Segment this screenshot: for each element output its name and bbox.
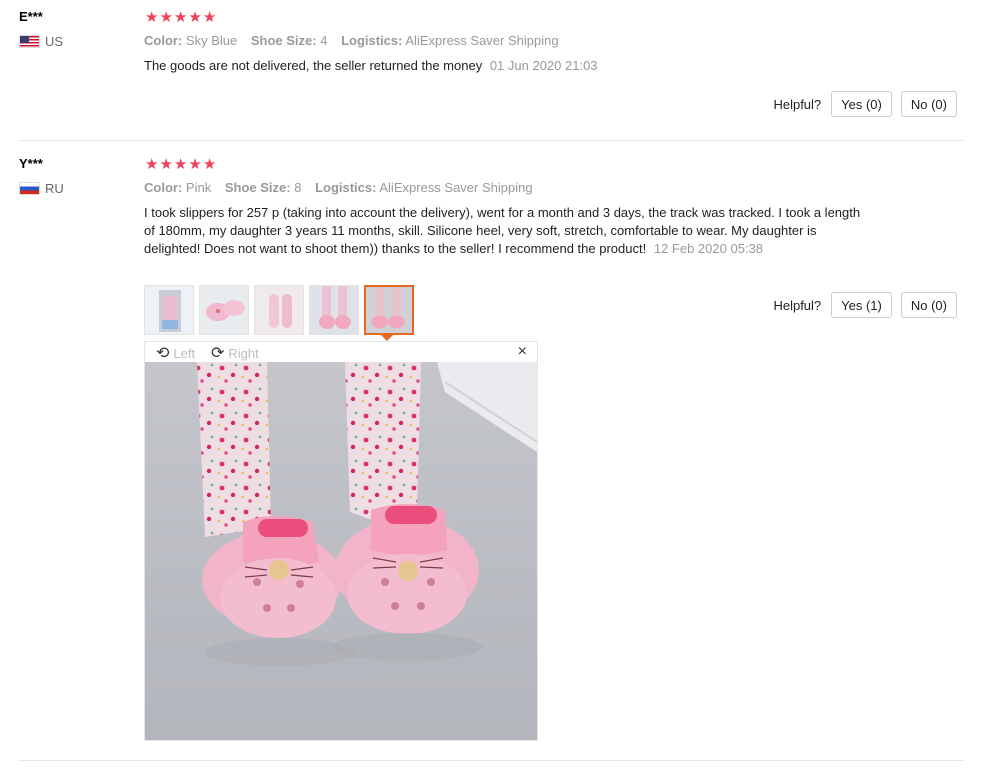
star-icon: ★ bbox=[188, 156, 202, 173]
logistics-label: Logistics: bbox=[341, 33, 403, 48]
star-icon: ★ bbox=[159, 156, 173, 173]
helpful-no-button[interactable]: No (0) bbox=[900, 91, 957, 117]
photo-viewer: ⟲ Left ⟳ Right × bbox=[144, 341, 538, 741]
size-label: Shoe Size: bbox=[224, 180, 291, 195]
photo-thumbnail[interactable] bbox=[309, 285, 359, 335]
reviewer-country: US bbox=[19, 34, 63, 49]
size-value: 4 bbox=[320, 33, 328, 48]
helpful-yes-button[interactable]: Yes (0) bbox=[831, 91, 892, 117]
helpful-vote: Helpful? Yes (1) No (0) bbox=[773, 292, 957, 318]
color-label: Color: bbox=[144, 33, 183, 48]
photo-thumbnail[interactable] bbox=[144, 285, 194, 335]
divider bbox=[18, 140, 964, 141]
country-code: RU bbox=[45, 181, 64, 196]
color-value: Sky Blue bbox=[185, 33, 238, 48]
star-rating: ★ ★ ★ ★ ★ bbox=[145, 155, 216, 173]
review-text: The goods are not delivered, the seller … bbox=[144, 58, 483, 73]
rotate-left-button[interactable]: ⟲ Left bbox=[156, 343, 195, 363]
size-value: 8 bbox=[294, 180, 302, 195]
logistics-value: AliExpress Saver Shipping bbox=[405, 33, 559, 48]
rotate-right-icon: ⟳ bbox=[211, 345, 225, 362]
close-icon[interactable]: × bbox=[518, 343, 527, 361]
thumbnail-image bbox=[366, 287, 412, 333]
review-text-block: The goods are not delivered, the seller … bbox=[144, 57, 864, 75]
helpful-no-button[interactable]: No (0) bbox=[900, 292, 957, 318]
helpful-vote: Helpful? Yes (0) No (0) bbox=[773, 91, 957, 117]
order-info: Color: Pink Shoe Size: 8 Logistics: AliE… bbox=[144, 180, 533, 195]
thumbnail-image bbox=[200, 286, 248, 334]
thumbnail-image bbox=[310, 286, 358, 334]
color-label: Color: bbox=[144, 180, 183, 195]
star-icon: ★ bbox=[188, 9, 202, 26]
star-icon: ★ bbox=[173, 156, 188, 173]
color-value: Pink bbox=[185, 180, 212, 195]
reviewer-country: RU bbox=[19, 181, 64, 196]
star-icon: ★ bbox=[145, 156, 159, 173]
reviewer-name: Y*** bbox=[19, 156, 43, 171]
logistics-label: Logistics: bbox=[315, 180, 377, 195]
review-date: 01 Jun 2020 21:03 bbox=[489, 58, 598, 73]
ru-flag-icon bbox=[19, 182, 40, 195]
helpful-label: Helpful? bbox=[773, 297, 822, 313]
rotate-left-icon: ⟲ bbox=[156, 345, 170, 362]
photo-thumbnail[interactable] bbox=[199, 285, 249, 335]
star-icon: ★ bbox=[202, 9, 217, 26]
helpful-label: Helpful? bbox=[773, 96, 822, 112]
star-icon: ★ bbox=[173, 9, 188, 26]
star-icon: ★ bbox=[145, 9, 159, 26]
country-code: US bbox=[45, 34, 64, 49]
divider bbox=[18, 760, 964, 761]
rotate-right-button[interactable]: ⟳ Right bbox=[211, 343, 259, 363]
logistics-value: AliExpress Saver Shipping bbox=[379, 180, 533, 195]
reviewer-name: E*** bbox=[19, 9, 43, 24]
thumbnail-image bbox=[145, 286, 193, 334]
review-date: 12 Feb 2020 05:38 bbox=[653, 241, 763, 256]
us-flag-icon bbox=[19, 35, 40, 48]
photo-viewer-toolbar: ⟲ Left ⟳ Right × bbox=[145, 342, 537, 362]
thumbnail-image bbox=[255, 286, 303, 334]
photo-image bbox=[145, 362, 537, 740]
order-info: Color: Sky Blue Shoe Size: 4 Logistics: … bbox=[144, 33, 559, 48]
review-photo-thumbnails bbox=[144, 285, 414, 335]
photo-thumbnail[interactable] bbox=[254, 285, 304, 335]
star-icon: ★ bbox=[202, 156, 217, 173]
rotate-right-label: Right bbox=[228, 345, 259, 361]
star-icon: ★ bbox=[159, 9, 173, 26]
star-rating: ★ ★ ★ ★ ★ bbox=[145, 8, 216, 26]
photo-thumbnail-selected[interactable] bbox=[364, 285, 414, 335]
review-text-block: I took slippers for 257 р (taking into a… bbox=[144, 204, 864, 258]
rotate-left-label: Left bbox=[173, 345, 196, 361]
review-photo bbox=[145, 362, 537, 740]
size-label: Shoe Size: bbox=[250, 33, 317, 48]
helpful-yes-button[interactable]: Yes (1) bbox=[831, 292, 892, 318]
